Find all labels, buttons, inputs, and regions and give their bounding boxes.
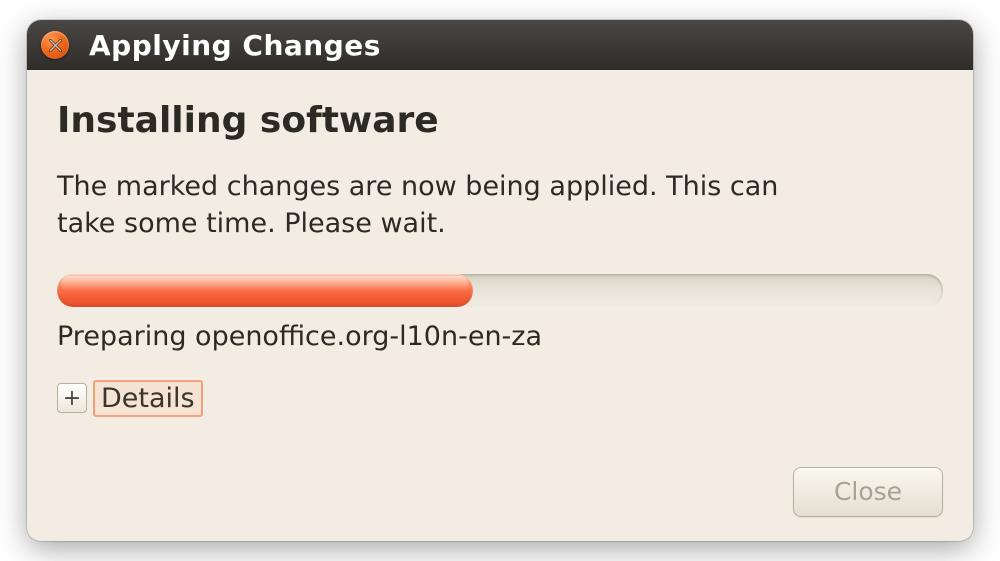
window-title: Applying Changes — [89, 29, 381, 62]
description-text: The marked changes are now being applied… — [57, 169, 817, 242]
progress-fill — [57, 274, 473, 307]
window-close-button[interactable] — [41, 31, 69, 59]
progress-bar — [57, 274, 943, 307]
titlebar: Applying Changes — [27, 20, 973, 70]
details-expander-row: + Details — [57, 380, 943, 417]
close-icon — [49, 39, 62, 52]
expand-button[interactable]: + — [57, 383, 87, 413]
status-text: Preparing openoffice.org-l10n-en-za — [57, 321, 943, 352]
button-row: Close — [57, 467, 943, 517]
dialog-body: Installing software The marked changes a… — [27, 70, 973, 541]
heading: Installing software — [57, 100, 943, 141]
close-button: Close — [793, 467, 943, 517]
details-toggle[interactable]: Details — [93, 380, 203, 417]
plus-icon: + — [63, 386, 81, 411]
applying-changes-dialog: Applying Changes Installing software The… — [27, 20, 973, 541]
